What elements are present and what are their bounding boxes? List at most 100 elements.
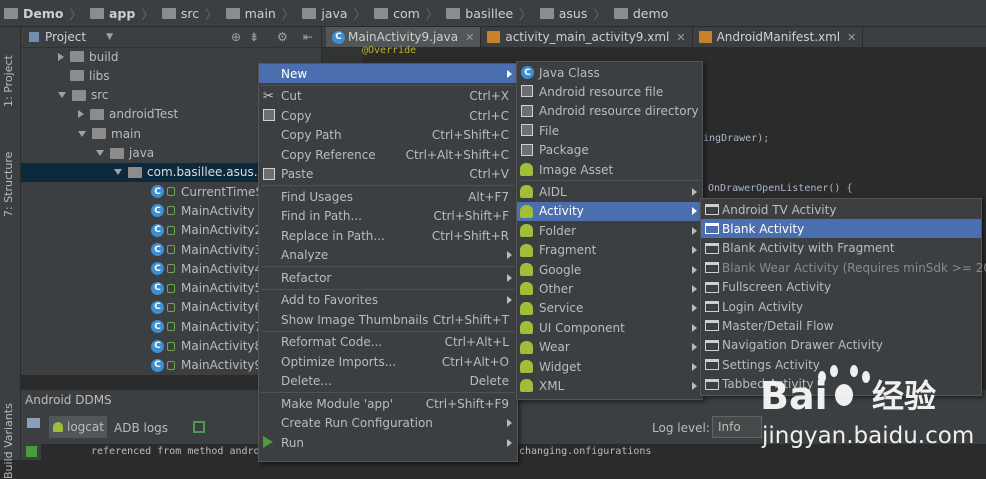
- close-icon[interactable]: ✕: [676, 31, 685, 44]
- tree-folder-item[interactable]: com.basillee.asus.de: [114, 163, 273, 182]
- menu-item[interactable]: Show Image Thumbnails Ctrl+Shift+T: [259, 310, 517, 329]
- breadcrumb-label: demo: [632, 5, 669, 21]
- project-tool-button[interactable]: 1: Project: [2, 55, 15, 107]
- menu-item[interactable]: Blank Activity with Fragment: [701, 239, 981, 258]
- menu-item[interactable]: Analyze: [259, 246, 517, 265]
- menu-item[interactable]: Replace in Path... Ctrl+Shift+R: [259, 226, 517, 245]
- chevron-down-icon[interactable]: ▼: [106, 32, 113, 42]
- tree-class-item[interactable]: C MainActivity: [151, 201, 255, 220]
- breadcrumb-item[interactable]: main 〉: [222, 0, 299, 26]
- tree-folder-item[interactable]: androidTest: [78, 105, 178, 124]
- menu-item[interactable]: Google: [517, 260, 702, 279]
- tree-class-item[interactable]: C MainActivity9: [151, 356, 262, 375]
- camera-icon[interactable]: [27, 418, 40, 428]
- chevron-down-icon[interactable]: [58, 92, 66, 99]
- menu-item[interactable]: ✂ Cut Ctrl+X: [259, 87, 517, 106]
- menu-item[interactable]: Reformat Code... Ctrl+Alt+L: [259, 333, 517, 352]
- menu-item[interactable]: Delete... Delete: [259, 372, 517, 391]
- chevron-down-icon[interactable]: [114, 169, 122, 176]
- editor-tab[interactable]: C MainActivity9.java ✕: [326, 27, 482, 47]
- menu-item[interactable]: Blank Wear Activity (Requires minSdk >= …: [701, 258, 986, 277]
- tree-class-item[interactable]: C MainActivity7: [151, 317, 262, 336]
- menu-item[interactable]: Paste Ctrl+V: [259, 165, 517, 184]
- project-view-icon[interactable]: [29, 32, 39, 42]
- menu-item[interactable]: Make Module 'app' Ctrl+Shift+F9: [259, 394, 517, 413]
- menu-item[interactable]: Wear: [517, 338, 702, 357]
- tree-folder-item[interactable]: src: [58, 86, 109, 105]
- breadcrumb-item[interactable]: Demo 〉: [0, 0, 86, 26]
- tree-folder-item[interactable]: main: [78, 124, 141, 143]
- editor-tab[interactable]: activity_main_activity9.xml ✕: [481, 27, 693, 47]
- menu-item[interactable]: C Java Class: [517, 63, 702, 82]
- close-icon[interactable]: ✕: [847, 31, 856, 44]
- menu-item[interactable]: Fullscreen Activity: [701, 278, 981, 297]
- menu-item[interactable]: Find Usages Alt+F7: [259, 187, 517, 206]
- sync-icon[interactable]: ⊕: [231, 30, 241, 44]
- project-panel-header: Project ▼ ⊕ ⇟ ⚙ ⇤: [21, 27, 321, 48]
- breadcrumb-item[interactable]: java 〉: [298, 0, 370, 26]
- menu-item[interactable]: UI Component: [517, 318, 702, 337]
- tree-folder-item[interactable]: java: [96, 144, 154, 163]
- tab-adb-logs[interactable]: ADB logs: [114, 421, 168, 435]
- tree-class-item[interactable]: C MainActivity5: [151, 279, 262, 298]
- menu-item[interactable]: Activity: [517, 201, 702, 221]
- chevron-down-icon[interactable]: [96, 150, 104, 156]
- build-variants-tool-button[interactable]: Build Variants: [2, 403, 15, 479]
- tree-folder-item[interactable]: libs: [58, 66, 110, 85]
- breadcrumb-item[interactable]: asus 〉: [536, 0, 610, 26]
- log-level-select[interactable]: Info: [712, 416, 762, 438]
- menu-item[interactable]: New: [259, 64, 517, 83]
- chevron-right-icon[interactable]: [58, 52, 64, 61]
- menu-item[interactable]: Widget: [517, 357, 702, 376]
- editor-tab[interactable]: AndroidManifest.xml ✕: [693, 27, 864, 47]
- menu-item[interactable]: Copy Ctrl+C: [259, 106, 517, 125]
- menu-item[interactable]: Copy Path Ctrl+Shift+C: [259, 126, 517, 145]
- menu-item[interactable]: Folder: [517, 221, 702, 240]
- menu-item[interactable]: Add to Favorites: [259, 291, 517, 310]
- layout-icon[interactable]: [193, 421, 205, 433]
- menu-item[interactable]: Copy Reference Ctrl+Alt+Shift+C: [259, 145, 517, 164]
- menu-item[interactable]: Login Activity: [701, 297, 981, 316]
- tree-class-item[interactable]: C MainActivity8: [151, 337, 262, 356]
- tree-folder-item[interactable]: build: [58, 47, 119, 66]
- menu-item[interactable]: Fragment: [517, 241, 702, 260]
- tree-class-item[interactable]: C MainActivity3: [151, 240, 262, 259]
- menu-item[interactable]: Run: [259, 433, 517, 452]
- menu-item[interactable]: Navigation Drawer Activity: [701, 336, 981, 355]
- menu-item[interactable]: Refactor: [259, 268, 517, 287]
- menu-item[interactable]: Android TV Activity: [701, 200, 981, 219]
- menu-item[interactable]: Blank Activity: [701, 219, 981, 239]
- tree-class-item[interactable]: C MainActivity6: [151, 298, 262, 317]
- menu-item[interactable]: Other: [517, 279, 702, 298]
- menu-item[interactable]: Master/Detail Flow: [701, 316, 981, 335]
- menu-item[interactable]: XML: [517, 376, 702, 395]
- menu-item[interactable]: AIDL: [517, 182, 702, 201]
- menu-item[interactable]: Service: [517, 299, 702, 318]
- tree-class-item[interactable]: C MainActivity2: [151, 221, 262, 240]
- breadcrumb-item[interactable]: basillee 〉: [442, 0, 535, 26]
- chevron-right-icon[interactable]: [78, 110, 84, 119]
- menu-item[interactable]: Package: [517, 141, 702, 160]
- project-view-selector[interactable]: Project: [45, 30, 86, 44]
- breadcrumb-item[interactable]: com 〉: [370, 0, 442, 26]
- menu-item[interactable]: Find in Path... Ctrl+Shift+F: [259, 207, 517, 226]
- menu-item[interactable]: Image Asset: [517, 160, 702, 179]
- breadcrumb-item[interactable]: demo: [610, 0, 672, 26]
- breadcrumb-item[interactable]: app 〉: [86, 0, 158, 26]
- chevron-down-icon[interactable]: [78, 130, 86, 137]
- collapse-icon[interactable]: ⇟: [249, 30, 259, 44]
- breadcrumb-item[interactable]: src 〉: [158, 0, 222, 26]
- structure-tool-button[interactable]: 7: Structure: [2, 152, 15, 217]
- run-icon[interactable]: [26, 446, 37, 457]
- close-icon[interactable]: ✕: [465, 31, 474, 44]
- tree-class-item[interactable]: C MainActivity4: [151, 259, 262, 278]
- menu-item[interactable]: Android resource directory: [517, 102, 702, 121]
- menu-item[interactable]: Optimize Imports... Ctrl+Alt+O: [259, 352, 517, 371]
- hide-icon[interactable]: ⇤: [303, 30, 313, 44]
- tab-logcat[interactable]: logcat: [49, 416, 107, 438]
- menu-item[interactable]: Android resource file: [517, 82, 702, 101]
- menu-item[interactable]: Create Run Configuration: [259, 414, 517, 433]
- menu-item[interactable]: File: [517, 121, 702, 140]
- gear-icon[interactable]: ⚙: [277, 30, 288, 44]
- tree-class-item[interactable]: C CurrentTimeSe: [151, 182, 270, 201]
